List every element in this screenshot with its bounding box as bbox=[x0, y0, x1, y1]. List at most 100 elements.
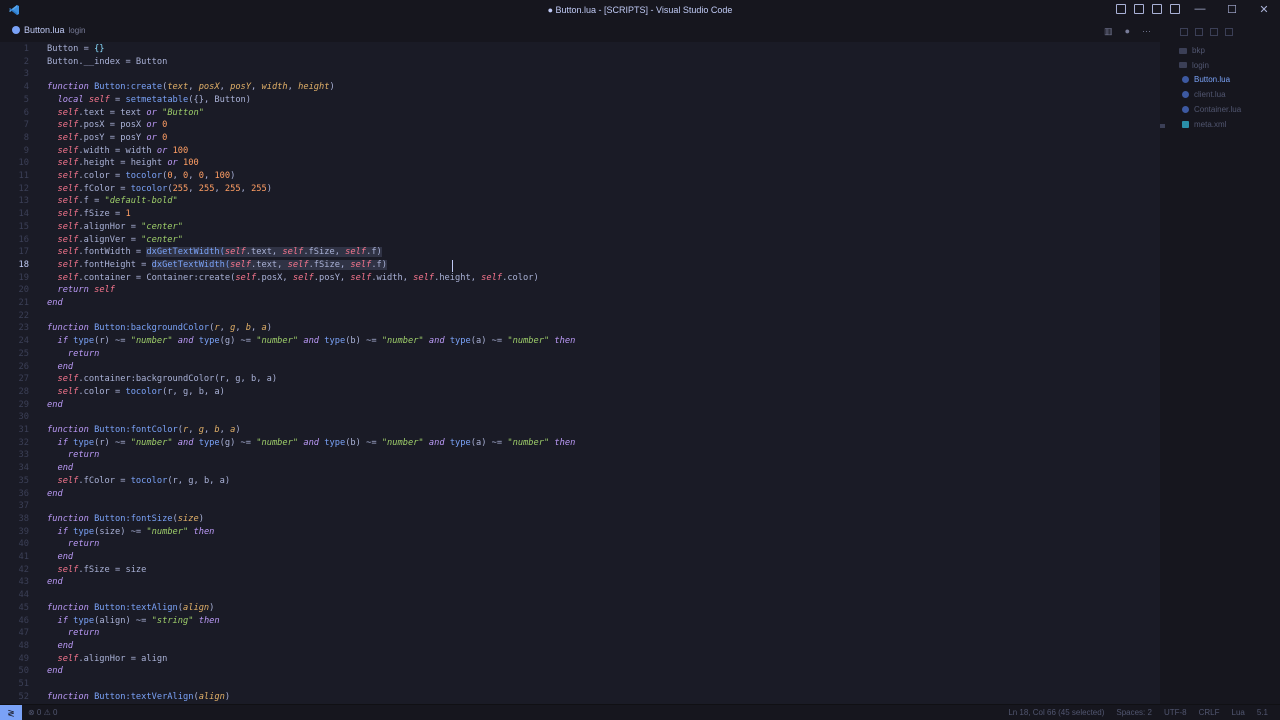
code-line[interactable]: 51 bbox=[0, 678, 1160, 691]
code-line[interactable]: 23 function Button:backgroundColor(r, g, … bbox=[0, 322, 1160, 335]
code-line[interactable]: 1 Button = {} bbox=[0, 43, 1160, 56]
line-code: end bbox=[47, 576, 63, 589]
code-line[interactable]: 11 self.color = tocolor(0, 0, 0, 100) bbox=[0, 170, 1160, 183]
line-number: 11 bbox=[18, 171, 29, 181]
tab-button-lua[interactable]: Button.lua login bbox=[12, 25, 85, 35]
code-line[interactable]: 20 return self bbox=[0, 284, 1160, 297]
split-editor-icon[interactable]: ▥ bbox=[1104, 26, 1113, 37]
code-line[interactable]: 18 self.fontHeight = dxGetTextWidth(self… bbox=[0, 259, 1160, 272]
code-line[interactable]: 16 self.alignVer = "center" bbox=[0, 234, 1160, 247]
refresh-icon[interactable] bbox=[1210, 28, 1218, 36]
code-line[interactable]: 8 self.posY = posY or 0 bbox=[0, 132, 1160, 145]
code-line[interactable]: 45 function Button:textAlign(align) bbox=[0, 602, 1160, 615]
problems-indicator[interactable]: ⊗ 0 ⚠ 0 bbox=[28, 708, 57, 717]
code-line[interactable]: 33 return bbox=[0, 449, 1160, 462]
new-folder-icon[interactable] bbox=[1195, 28, 1203, 36]
code-line[interactable]: 17 self.fontWidth = dxGetTextWidth(self.… bbox=[0, 246, 1160, 259]
cursor-position[interactable]: Ln 18, Col 66 (45 selected) bbox=[1008, 708, 1104, 717]
code-line[interactable]: 9 self.width = width or 100 bbox=[0, 145, 1160, 158]
code-line[interactable]: 25 return bbox=[0, 348, 1160, 361]
code-line[interactable]: 28 self.color = tocolor(r, g, b, a) bbox=[0, 386, 1160, 399]
close-window-button[interactable]: ✕ bbox=[1248, 3, 1280, 16]
code-line[interactable]: 21 end bbox=[0, 297, 1160, 310]
code-line[interactable]: 52 function Button:textVerAlign(align) bbox=[0, 691, 1160, 704]
code-line[interactable]: 39 if type(size) ~= "number" then bbox=[0, 526, 1160, 539]
code-token: ) bbox=[266, 183, 273, 194]
code-line[interactable]: 3 bbox=[0, 68, 1160, 81]
code-line[interactable]: 4 function Button:create(text, posX, posY… bbox=[0, 81, 1160, 94]
line-code: function Button:fontColor(r, g, b, a) bbox=[47, 424, 241, 437]
lua-version[interactable]: 5.1 bbox=[1257, 708, 1268, 717]
line-code: function Button:fontSize(size) bbox=[47, 513, 204, 526]
code-line[interactable]: 12 self.fColor = tocolor(255, 255, 255, … bbox=[0, 183, 1160, 196]
more-actions-icon[interactable]: ··· bbox=[1142, 26, 1151, 37]
tree-file[interactable]: client.lua bbox=[1182, 90, 1226, 99]
code-line[interactable]: 10 self.height = height or 100 bbox=[0, 157, 1160, 170]
code-line[interactable]: 7 self.posX = posX or 0 bbox=[0, 119, 1160, 132]
line-number: 30 bbox=[18, 412, 29, 423]
code-line[interactable]: 49 self.alignHor = align bbox=[0, 653, 1160, 666]
code-line[interactable]: 24 if type(r) ~= "number" and type(g) ~=… bbox=[0, 335, 1160, 348]
code-line[interactable]: 46 if type(align) ~= "string" then bbox=[0, 615, 1160, 628]
code-line[interactable]: 40 return bbox=[0, 538, 1160, 551]
tree-folder[interactable]: login bbox=[1179, 61, 1209, 70]
collapse-all-icon[interactable] bbox=[1225, 28, 1233, 36]
code-line[interactable]: 29 end bbox=[0, 399, 1160, 412]
code-token: (r, g, b, a) bbox=[162, 386, 225, 397]
tree-file[interactable]: Button.lua bbox=[1182, 75, 1230, 84]
code-line[interactable]: 30 bbox=[0, 411, 1160, 424]
code-line[interactable]: 2 Button.__index = Button bbox=[0, 56, 1160, 69]
new-file-icon[interactable] bbox=[1180, 28, 1188, 36]
code-line[interactable]: 50 end bbox=[0, 665, 1160, 678]
tree-file[interactable]: meta.xml bbox=[1182, 120, 1226, 129]
code-line[interactable]: 22 bbox=[0, 310, 1160, 323]
tree-file[interactable]: Container.lua bbox=[1182, 105, 1241, 114]
code-editor[interactable]: 1 Button = {} 2 Button.__index = Button 3 4 fu… bbox=[0, 42, 1160, 704]
code-token: .fSize = bbox=[78, 209, 126, 220]
code-line[interactable]: 15 self.alignHor = "center" bbox=[0, 221, 1160, 234]
remote-indicator[interactable]: ≷ bbox=[0, 705, 22, 720]
code-token: ) bbox=[266, 323, 272, 334]
code-line[interactable]: 43 end bbox=[0, 576, 1160, 589]
code-token: (g) ~= bbox=[219, 336, 257, 347]
code-line[interactable]: 27 self.container:backgroundColor(r, g, … bbox=[0, 373, 1160, 386]
code-token: self bbox=[57, 386, 79, 397]
code-line[interactable]: 26 end bbox=[0, 361, 1160, 374]
code-line[interactable]: 44 bbox=[0, 589, 1160, 602]
code-line[interactable]: 41 end bbox=[0, 551, 1160, 564]
code-line[interactable]: 35 self.fColor = tocolor(r, g, b, a) bbox=[0, 475, 1160, 488]
code-line[interactable]: 48 end bbox=[0, 640, 1160, 653]
code-line[interactable]: 13 self.f = "default-bold" bbox=[0, 195, 1160, 208]
tree-folder[interactable]: bkp bbox=[1179, 46, 1205, 55]
maximize-button[interactable]: ☐ bbox=[1216, 3, 1248, 16]
code-line[interactable]: 31 function Button:fontColor(r, g, b, a) bbox=[0, 424, 1160, 437]
toggle-panel-icon[interactable] bbox=[1134, 4, 1144, 14]
code-line[interactable]: 14 self.fSize = 1 bbox=[0, 208, 1160, 221]
unsaved-dot-icon[interactable]: ● bbox=[1125, 26, 1130, 37]
code-line[interactable]: 19 self.container = Container:create(sel… bbox=[0, 272, 1160, 285]
language-mode[interactable]: Lua bbox=[1232, 708, 1245, 717]
line-code: function Button:create(text, posX, posY,… bbox=[47, 81, 335, 94]
line-ending[interactable]: CRLF bbox=[1199, 708, 1220, 717]
code-line[interactable]: 5 local self = setmetatable({}, Button) bbox=[0, 94, 1160, 107]
code-token: return bbox=[67, 539, 100, 550]
encoding[interactable]: UTF-8 bbox=[1164, 708, 1187, 717]
code-line[interactable]: 42 self.fSize = size bbox=[0, 564, 1160, 577]
code-token: height bbox=[298, 82, 330, 93]
code-line[interactable]: 38 function Button:fontSize(size) bbox=[0, 513, 1160, 526]
minimize-button[interactable]: — bbox=[1184, 3, 1216, 15]
code-line[interactable]: 6 self.text = text or "Button" bbox=[0, 107, 1160, 120]
customize-layout-icon[interactable] bbox=[1170, 4, 1180, 14]
editor-tab-bar: Button.lua login ▥ ● ··· bbox=[0, 22, 1165, 42]
toggle-secondary-sidebar-icon[interactable] bbox=[1152, 4, 1162, 14]
code-line[interactable]: 34 end bbox=[0, 462, 1160, 475]
toggle-primary-sidebar-icon[interactable] bbox=[1116, 4, 1126, 14]
code-line[interactable]: 47 return bbox=[0, 627, 1160, 640]
indentation[interactable]: Spaces: 2 bbox=[1116, 708, 1152, 717]
code-line[interactable]: 36 end bbox=[0, 488, 1160, 501]
code-line[interactable]: 32 if type(r) ~= "number" and type(g) ~=… bbox=[0, 437, 1160, 450]
editor-actions: ▥ ● ··· bbox=[1104, 26, 1151, 37]
code-line[interactable]: 37 bbox=[0, 500, 1160, 513]
